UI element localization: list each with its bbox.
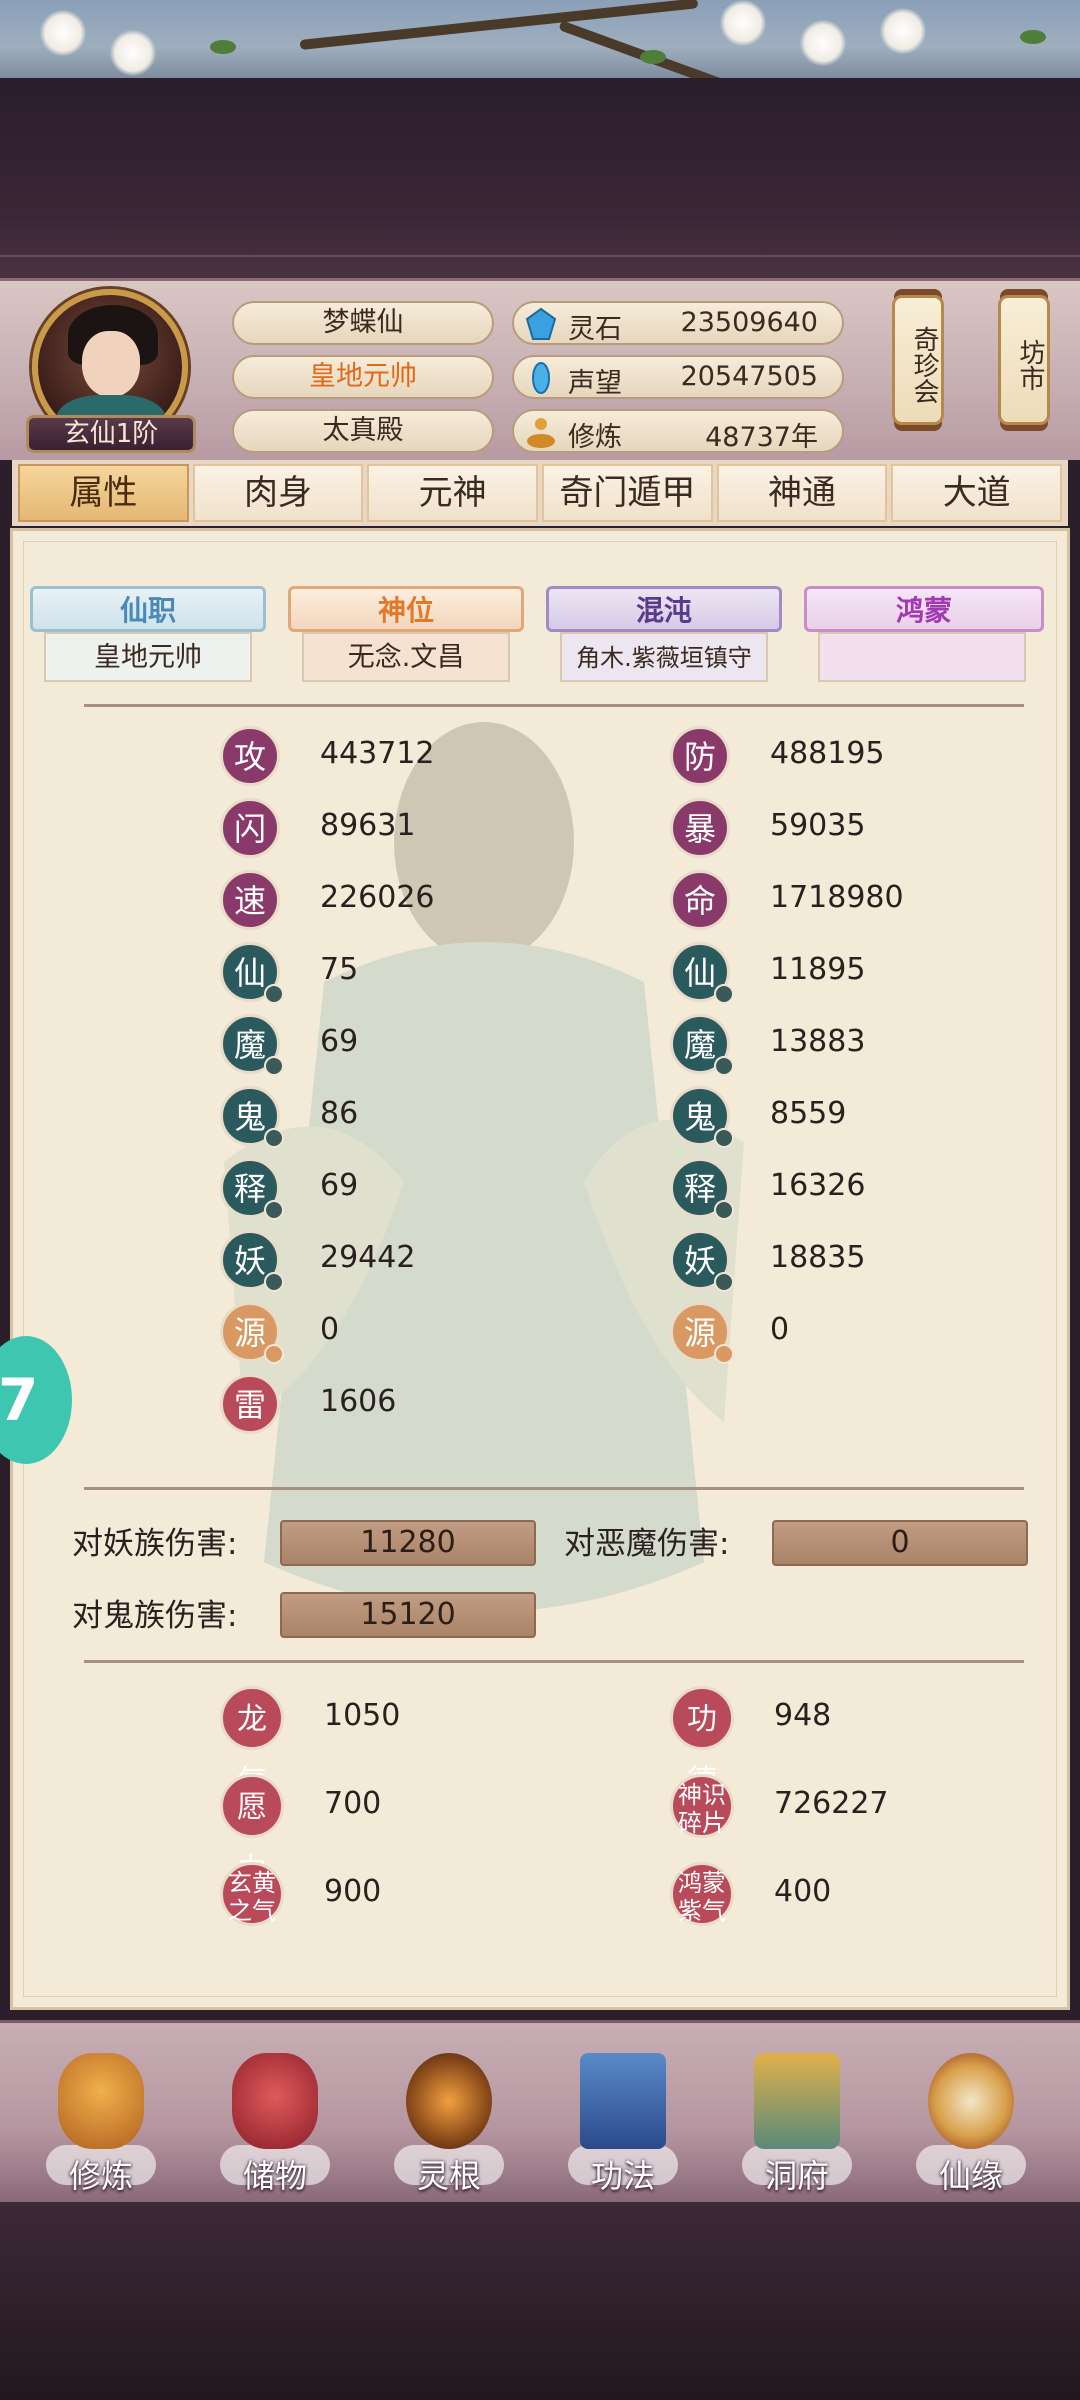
tab-attributes[interactable]: 属性 [18,464,189,522]
monk-icon [58,2053,144,2149]
defense-mark-icon [714,1128,734,1148]
resource-lingshi: 灵石 23509640 [512,301,844,345]
nav-cultivate[interactable]: 修炼 [36,2053,166,2203]
nav-spirit-root[interactable]: 灵根 [384,2053,514,2203]
defense-mark-icon [714,1056,734,1076]
attack-mark-icon [264,984,284,1004]
role-tab-shenwei[interactable]: 神位 [288,586,524,632]
role-value-hundun: 角木.紫薇垣镇守 [560,632,768,682]
defense-mark-icon [714,1200,734,1220]
attack-mark-icon [264,1128,284,1148]
resource-shengwang: 声望 20547505 [512,355,844,399]
attributes-panel: 仙职 皇地元帅 神位 无念.文昌 混沌 角木.紫薇垣镇守 鸿蒙 攻 443712… [10,528,1070,2010]
tab-spirit[interactable]: 元神 [367,464,539,522]
section-divider [84,704,1024,707]
bag-icon [232,2053,318,2149]
attack-mark-icon [264,1200,284,1220]
meditation-icon [527,418,555,448]
resource-xiulian: 修炼 48737年 [512,409,844,453]
attack-mark-icon [264,1272,284,1292]
tab-body[interactable]: 肉身 [192,464,364,522]
defense-mark-icon [714,1272,734,1292]
damage-yao-value: 11280 [280,1520,536,1566]
tab-divine-powers[interactable]: 神通 [716,464,888,522]
nav-storage[interactable]: 储物 [210,2053,340,2203]
role-value-xianzhi: 皇地元帅 [44,632,252,682]
nav-fate[interactable]: 仙缘 [906,2053,1036,2203]
feather-icon [532,362,550,394]
book-icon [580,2053,666,2149]
gourd-icon [928,2053,1014,2149]
attack-mark-icon [264,1344,284,1364]
nav-cave-dwelling[interactable]: 洞府 [732,2053,862,2203]
crystal-icon [525,307,557,340]
role-value-hongmeng [818,632,1026,682]
defense-mark-icon [714,1344,734,1364]
damage-ghost-label: 对鬼族伤害: [72,1598,238,1634]
ornament-divider [0,255,1080,257]
character-name: 梦蝶仙 [232,301,494,345]
role-tab-hundun[interactable]: 混沌 [546,586,782,632]
damage-demon-value: 0 [772,1520,1028,1566]
damage-yao-label: 对妖族伤害: [72,1526,238,1562]
character-header: 玄仙1阶 梦蝶仙 皇地元帅 太真殿 灵石 23509640 声望 2054750… [0,278,1080,460]
nav-techniques[interactable]: 功法 [558,2053,688,2203]
role-tab-hongmeng[interactable]: 鸿蒙 [804,586,1044,632]
top-scenery-image [0,0,1080,78]
top-backdrop [0,78,1080,278]
market-button[interactable]: 坊市 [998,295,1050,425]
main-tabs: 属性 肉身 元神 奇门遁甲 神通 大道 [12,460,1068,526]
character-title: 皇地元帅 [232,355,494,399]
rank-badge: 玄仙1阶 [26,415,196,453]
damage-demon-label: 对恶魔伤害: [564,1526,730,1562]
bottom-backdrop [0,2202,1080,2400]
role-value-shenwei: 无念.文昌 [302,632,510,682]
character-sect: 太真殿 [232,409,494,453]
treasure-auction-button[interactable]: 奇珍会 [892,295,944,425]
role-tab-xianzhi[interactable]: 仙职 [30,586,266,632]
tab-qimen[interactable]: 奇门遁甲 [542,464,713,522]
attack-mark-icon [264,1056,284,1076]
section-divider [84,1660,1024,1663]
defense-mark-icon [714,984,734,1004]
tab-dao[interactable]: 大道 [891,464,1063,522]
section-divider [84,1487,1024,1490]
bottom-nav: 修炼 储物 灵根 功法 洞府 仙缘 [0,2020,1080,2202]
spirit-root-icon [406,2053,492,2149]
pavilion-icon [754,2053,840,2149]
damage-ghost-value: 15120 [280,1592,536,1638]
